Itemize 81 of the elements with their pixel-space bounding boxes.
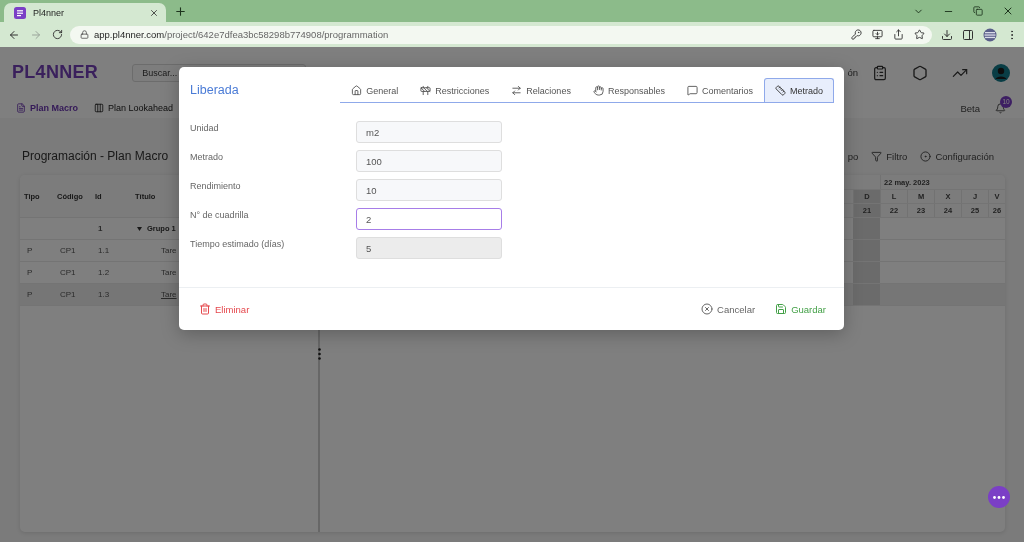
toolbar-button[interactable]: Configuración [920, 150, 994, 162]
caret-icon[interactable] [137, 226, 142, 231]
table-cell-text: 1.1 [97, 246, 111, 255]
barrier-icon [420, 85, 432, 96]
arrows-icon [511, 85, 523, 96]
input-field[interactable]: m2 [356, 121, 502, 143]
tab[interactable]: Responsables [581, 78, 676, 102]
browser-tab[interactable]: Pl4nner [4, 3, 166, 22]
input-field[interactable]: 100 [356, 150, 502, 172]
floating-action-button[interactable] [988, 486, 1010, 508]
page-title: Programación - Plan Macro [21, 149, 169, 163]
circle-dot-icon [920, 150, 932, 162]
back-icon[interactable] [8, 28, 20, 41]
drag-handle-icon[interactable] [317, 347, 321, 360]
table-cell-text: CP1 [59, 246, 77, 255]
share-icon[interactable] [893, 29, 904, 40]
house-icon [351, 85, 363, 96]
tab[interactable]: Restricciones [409, 78, 501, 102]
table-cell-text: Tare [160, 246, 178, 255]
sidebar-icon[interactable] [962, 28, 974, 41]
tab-title: Pl4nner [33, 7, 66, 18]
cancel-button[interactable]: Cancelar [701, 303, 756, 315]
table-cell-text: 1 [97, 224, 104, 233]
tab[interactable]: Relaciones [500, 78, 582, 102]
lock-icon [80, 30, 89, 39]
header-link[interactable]: ón [847, 67, 858, 78]
bell-icon[interactable] [995, 102, 1006, 114]
nav-tab[interactable]: Plan Lookahead [94, 103, 174, 113]
download-icon[interactable] [941, 28, 953, 41]
nav-tab[interactable]: Plan Macro [16, 103, 78, 113]
columns-icon [94, 103, 104, 113]
field-label: N° de cuadrilla [190, 209, 250, 220]
input-field[interactable]: 10 [356, 179, 502, 201]
document-icon [16, 103, 26, 113]
field-label: Unidad [190, 122, 220, 133]
profile-avatar-icon[interactable] [983, 27, 997, 42]
close-icon[interactable] [1002, 5, 1014, 17]
table-cell-text: P [26, 268, 34, 277]
field-label: Rendimiento [190, 180, 242, 191]
table-cell-text: CP1 [59, 290, 77, 299]
key-icon[interactable] [851, 29, 862, 40]
table-cell-text: Tare [160, 290, 178, 299]
input-field[interactable]: 2 [356, 208, 502, 230]
table-cell-text: P [26, 246, 34, 255]
clipboard-icon[interactable] [872, 64, 888, 81]
table-cell-text: P [26, 290, 34, 299]
url-text: app.pl4nner.com/project/642e7dfea3bc58298b774908/programmation [94, 29, 389, 40]
close-icon[interactable] [149, 7, 159, 18]
ellipsis-icon [993, 495, 1005, 499]
restore-icon[interactable] [973, 6, 983, 16]
table-cell-text: CP1 [59, 268, 77, 277]
modal-title: Liberada [190, 83, 239, 97]
address-bar[interactable]: app.pl4nner.com/project/642e7dfea3bc58298b774908/programmation [70, 25, 932, 44]
save-icon [775, 303, 788, 315]
plus-icon[interactable] [174, 4, 187, 18]
trash-icon [199, 303, 211, 315]
list-icon [14, 6, 26, 19]
field-label: Metrado [190, 151, 225, 162]
tab[interactable]: General [340, 78, 410, 102]
tab[interactable]: Comentarios [675, 78, 764, 102]
ruler-icon [774, 85, 786, 96]
monitor-download-icon[interactable] [872, 29, 883, 40]
filter-icon [871, 150, 883, 162]
beta-label: Beta [960, 102, 980, 114]
save-button[interactable]: Guardar [775, 303, 826, 315]
toolbar-button[interactable]: Filtro [871, 150, 908, 162]
field-label: Tiempo estimado (días) [190, 238, 286, 249]
hand-icon [592, 85, 604, 96]
app-logo[interactable]: PL4NNER [12, 62, 99, 83]
delete-button[interactable]: Eliminar [199, 303, 250, 315]
star-icon[interactable] [914, 29, 925, 40]
table-cell-text: 1.3 [97, 290, 111, 299]
user-avatar-icon[interactable] [992, 63, 1010, 82]
reload-icon[interactable] [52, 29, 63, 40]
x-circle-icon [701, 303, 714, 315]
tab[interactable]: Metrado [763, 78, 834, 102]
hexagon-icon[interactable] [912, 64, 928, 81]
table-cell-text: Tare [160, 268, 178, 277]
table-cell-text: 1.2 [97, 268, 111, 277]
toolbar-button[interactable]: po [847, 150, 859, 162]
speech-bubble-icon [686, 85, 698, 96]
